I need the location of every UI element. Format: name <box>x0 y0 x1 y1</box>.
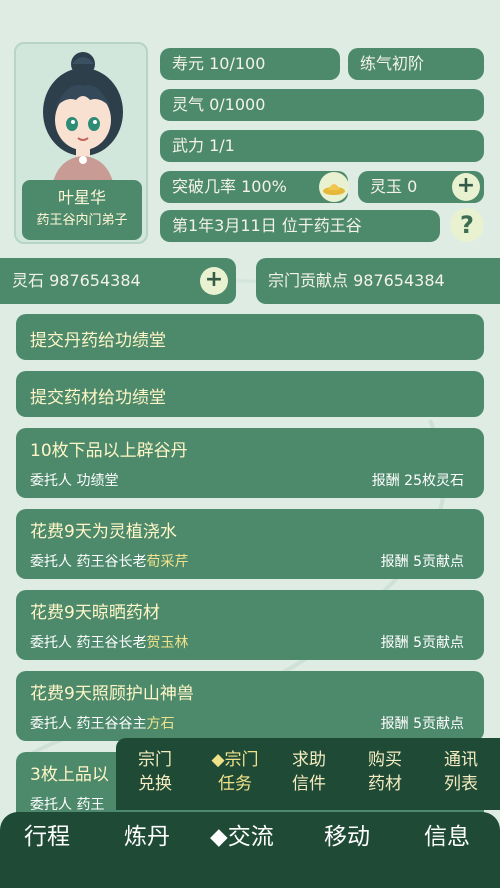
client-highlight: 荀采芹 <box>146 554 189 570</box>
task-title: 提交药材给功绩堂 <box>30 388 166 408</box>
submenu-item-sect-tasks[interactable]: ◆宗门 任务 <box>200 748 270 796</box>
task-reward: 报酬 5贡献点 <box>380 716 464 732</box>
client-name: 药王 <box>76 797 105 813</box>
task-title: 花费9天晾晒药材 <box>30 603 160 623</box>
task-reward: 报酬 5贡献点 <box>380 554 464 570</box>
client-name: 药王谷谷主 <box>76 716 147 732</box>
plus-icon: + <box>456 173 476 198</box>
client-highlight: 贺玉林 <box>146 635 189 651</box>
task-client: 委托人 药王谷谷主方石 <box>30 713 174 733</box>
client-label: 委托人 <box>30 797 72 813</box>
submenu-item-help-letters[interactable]: 求助 信件 <box>274 748 344 796</box>
submenu-label: 宗门 <box>138 750 172 770</box>
avatar <box>43 52 123 186</box>
spirit-stone-label: 灵石 987654384 <box>12 271 141 290</box>
question-icon: ? <box>460 211 474 239</box>
submenu-label: 购买 <box>368 750 402 770</box>
task-client: 委托人 功绩堂 <box>30 470 118 490</box>
submenu-label: 药材 <box>368 774 402 794</box>
submenu-label: 信件 <box>292 774 326 794</box>
task-item[interactable]: 提交丹药给功绩堂 <box>16 314 484 360</box>
hat-icon <box>323 184 345 195</box>
task-reward: 报酬 5贡献点 <box>380 635 464 651</box>
avatar-card[interactable]: 叶星华 药王谷内门弟子 <box>14 42 148 244</box>
client-name: 药王谷长老 <box>76 554 147 570</box>
submenu-item-contacts[interactable]: 通讯 列表 <box>426 748 496 796</box>
task-client: 委托人 药王谷长老荀采芹 <box>30 551 188 571</box>
task-title: 10枚下品以上辟谷丹 <box>30 441 188 461</box>
date-location: 第1年3月11日 位于药王谷 <box>160 210 440 242</box>
nav-info[interactable]: 信息 <box>424 820 470 854</box>
task-title: 花费9天照顾护山神兽 <box>30 684 194 704</box>
submenu-item-buy-herbs[interactable]: 购买 药材 <box>350 748 420 796</box>
submenu-label: 任务 <box>218 774 252 794</box>
help-button[interactable]: ? <box>450 208 484 242</box>
exchange-submenu: 宗门 兑换 ◆宗门 任务 求助 信件 购买 药材 通讯 列表 <box>116 738 500 810</box>
character-panel: 叶星华 药王谷内门弟子 寿元 10/100 练气初阶 灵气 0/1000 武力 … <box>14 42 490 247</box>
spirit-stat: 灵气 0/1000 <box>160 89 484 121</box>
task-client: 委托人 药王谷长老贺玉林 <box>30 632 188 652</box>
task-title: 提交丹药给功绩堂 <box>30 331 166 351</box>
client-name: 功绩堂 <box>76 473 119 489</box>
task-item[interactable]: 10枚下品以上辟谷丹 委托人 功绩堂 报酬 25枚灵石 <box>16 428 484 498</box>
client-highlight: 方石 <box>146 716 175 732</box>
breakthrough-label: 突破几率 100% <box>172 177 287 196</box>
task-item[interactable]: 花费9天为灵植浇水 委托人 药王谷长老荀采芹 报酬 5贡献点 <box>16 509 484 579</box>
task-item[interactable]: 花费9天晾晒药材 委托人 药王谷长老贺玉林 报酬 5贡献点 <box>16 590 484 660</box>
nav-social[interactable]: ◆交流 <box>210 820 274 854</box>
bottom-nav: 行程 炼丹 ◆交流 移动 信息 <box>0 812 500 888</box>
submenu-label: 兑换 <box>138 774 172 794</box>
nav-itinerary[interactable]: 行程 <box>24 820 70 854</box>
submenu-label: 通讯 <box>444 750 478 770</box>
submenu-label: ◆宗门 <box>211 750 259 770</box>
submenu-item-sect-exchange[interactable]: 宗门 兑换 <box>120 748 190 796</box>
breakthrough-hat-button[interactable] <box>319 172 349 202</box>
submenu-label: 列表 <box>444 774 478 794</box>
realm-stat: 练气初阶 <box>348 48 484 80</box>
spirit-stone-add-button[interactable]: + <box>200 267 228 295</box>
task-item[interactable]: 提交药材给功绩堂 <box>16 371 484 417</box>
task-item[interactable]: 花费9天照顾护山神兽 委托人 药王谷谷主方石 报酬 5贡献点 <box>16 671 484 741</box>
contribution-label: 宗门贡献点 987654384 <box>268 271 445 290</box>
client-label: 委托人 <box>30 554 72 570</box>
contribution-bar: 宗门贡献点 987654384 <box>256 258 500 304</box>
player-name: 叶星华 <box>57 188 106 207</box>
force-stat: 武力 1/1 <box>160 130 484 162</box>
player-title: 药王谷内门弟子 <box>36 213 128 228</box>
client-label: 委托人 <box>30 716 72 732</box>
nav-alchemy[interactable]: 炼丹 <box>124 820 170 854</box>
client-label: 委托人 <box>30 635 72 651</box>
nav-move[interactable]: 移动 <box>324 820 370 854</box>
name-plate: 叶星华 药王谷内门弟子 <box>22 180 142 240</box>
lifespan-stat: 寿元 10/100 <box>160 48 340 80</box>
task-reward: 报酬 25枚灵石 <box>371 473 464 489</box>
submenu-label: 求助 <box>292 750 326 770</box>
client-label: 委托人 <box>30 473 72 489</box>
jade-add-button[interactable]: + <box>452 173 480 201</box>
task-title: 3枚上品以 <box>30 765 109 785</box>
task-title: 花费9天为灵植浇水 <box>30 522 177 542</box>
client-name: 药王谷长老 <box>76 635 147 651</box>
task-client: 委托人 药王 <box>30 794 104 814</box>
plus-icon: + <box>204 267 224 292</box>
